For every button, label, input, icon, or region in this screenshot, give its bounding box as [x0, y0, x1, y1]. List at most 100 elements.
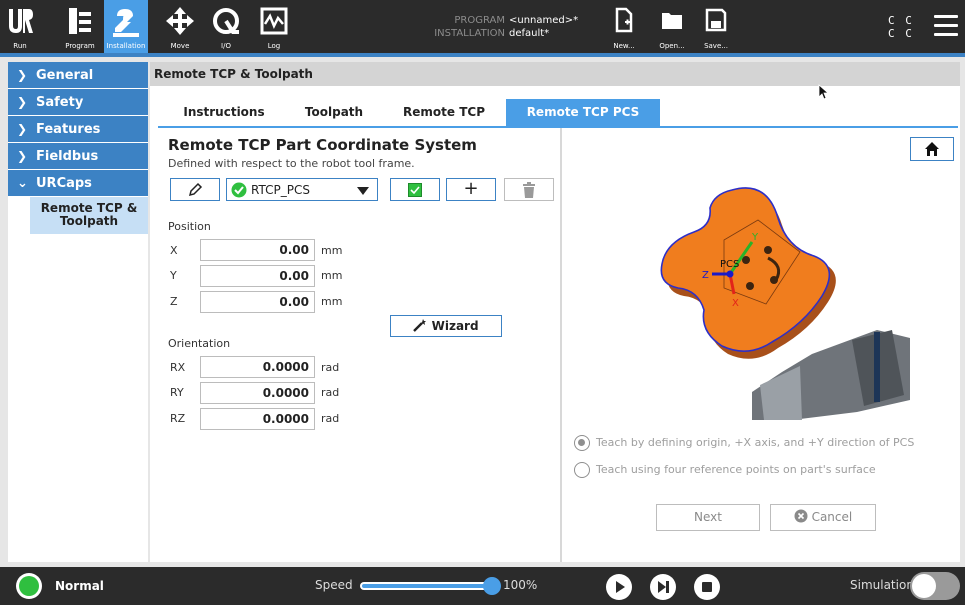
robot-status-icon[interactable]: [16, 573, 42, 599]
new-button-label: New...: [613, 42, 635, 50]
sidebar-item-urcaps[interactable]: ⌄ URCaps: [8, 170, 148, 197]
orientation-axis-rx: RX: [170, 361, 186, 374]
add-pcs-button[interactable]: +: [446, 178, 496, 201]
nav-run-label: Run: [13, 42, 27, 50]
magic-wand-icon: [413, 319, 427, 332]
tab-toolpath[interactable]: Toolpath: [286, 99, 382, 126]
program-key: PROGRAM: [454, 15, 505, 26]
diagram-label-y: Y: [751, 232, 759, 243]
speed-slider-handle[interactable]: [483, 577, 501, 595]
home-icon: [925, 142, 939, 156]
sidebar-item-label: Safety: [36, 95, 84, 110]
nav-run[interactable]: Run: [0, 0, 40, 53]
set-default-button[interactable]: [390, 178, 440, 201]
save-button[interactable]: Save...: [696, 4, 736, 52]
program-icon: [69, 8, 91, 34]
sidebar-item-safety[interactable]: ❯ Safety: [8, 89, 148, 116]
chevron-right-icon: ❯: [17, 68, 28, 82]
installation-key: INSTALLATION: [434, 28, 505, 39]
position-y-input[interactable]: 0.00: [200, 265, 315, 287]
save-button-label: Save...: [704, 42, 728, 50]
orientation-ry-input[interactable]: 0.0000: [200, 382, 315, 404]
speed-slider[interactable]: [360, 582, 494, 590]
sidebar-subitem-remote-tcp[interactable]: Remote TCP & Toolpath: [30, 197, 148, 234]
home-button[interactable]: [910, 137, 954, 161]
plus-icon: +: [463, 178, 479, 199]
checkbox-checked-icon: [408, 183, 422, 197]
simulation-toggle[interactable]: [910, 572, 960, 600]
check-circle-icon: [231, 182, 247, 198]
play-button[interactable]: [606, 574, 632, 600]
nav-io[interactable]: I/O: [206, 0, 246, 53]
nav-move-label: Move: [170, 42, 190, 50]
section-subheading: Defined with respect to the robot tool f…: [168, 157, 415, 170]
open-button[interactable]: Open...: [652, 4, 692, 52]
orientation-rx-input[interactable]: 0.0000: [200, 356, 315, 378]
sidebar-item-label: Features: [36, 122, 101, 137]
sidebar-item-fieldbus[interactable]: ❯ Fieldbus: [8, 143, 148, 170]
radio-button[interactable]: [574, 462, 590, 478]
simulation-label: Simulation: [850, 578, 914, 592]
nav-io-label: I/O: [221, 42, 231, 50]
orientation-axis-ry: RY: [170, 386, 184, 399]
cancel-button[interactable]: Cancel: [770, 504, 876, 531]
program-info: PROGRAM <unnamed>* INSTALLATION default*: [430, 14, 578, 40]
menu-hamburger-icon[interactable]: [934, 15, 958, 42]
tab-instructions[interactable]: Instructions: [170, 99, 278, 126]
simulation-toggle-knob: [912, 574, 936, 598]
sidebar-item-features[interactable]: ❯ Features: [8, 116, 148, 143]
position-x-unit: mm: [321, 244, 343, 257]
radio-button-selected[interactable]: [574, 435, 590, 451]
pcs-select[interactable]: RTCP_PCS: [226, 178, 378, 201]
orientation-rx-unit: rad: [321, 361, 340, 374]
next-button-label: Next: [694, 510, 722, 524]
step-button[interactable]: [650, 574, 676, 600]
nav-log[interactable]: Log: [254, 0, 294, 53]
speed-percent: 100%: [503, 578, 538, 592]
move-icon: [166, 7, 194, 35]
next-button[interactable]: Next: [656, 504, 760, 531]
program-name: <unnamed>*: [509, 15, 579, 26]
save-icon: [705, 8, 727, 32]
delete-pcs-button[interactable]: [504, 178, 554, 201]
position-x-input[interactable]: 0.00: [200, 239, 315, 261]
sidebar: ❯ General ❯ Safety ❯ Features ❯ Fieldbus…: [8, 62, 148, 562]
speed-slider-fill: [362, 584, 492, 588]
step-icon: [658, 581, 669, 593]
orientation-axis-rz: RZ: [170, 412, 186, 425]
position-y-unit: mm: [321, 269, 343, 282]
tab-remote-tcp-pcs[interactable]: Remote TCP PCS: [506, 99, 660, 126]
tab-underline: [158, 126, 958, 128]
pcs-select-value: RTCP_PCS: [251, 183, 310, 197]
wizard-button[interactable]: Wizard: [390, 315, 502, 337]
position-z-input[interactable]: 0.00: [200, 291, 315, 313]
nav-installation-label: Installation: [106, 42, 146, 50]
chevron-right-icon: ❯: [17, 122, 28, 136]
sidebar-item-general[interactable]: ❯ General: [8, 62, 148, 89]
stop-button[interactable]: [694, 574, 720, 600]
wizard-button-label: Wizard: [431, 319, 479, 333]
cc-indicator: C C C C: [888, 14, 914, 40]
sidebar-item-label: Fieldbus: [36, 149, 99, 164]
installation-icon: [113, 9, 139, 37]
nav-program[interactable]: Program: [58, 0, 102, 53]
rename-button[interactable]: [170, 178, 220, 201]
tab-remote-tcp[interactable]: Remote TCP: [390, 99, 498, 126]
new-button[interactable]: New...: [604, 4, 644, 52]
diagram-label-x: X: [732, 298, 739, 309]
nav-move[interactable]: Move: [160, 0, 200, 53]
pencil-icon: [188, 182, 203, 197]
position-axis-x: X: [170, 244, 178, 257]
nav-installation[interactable]: Installation: [104, 0, 148, 53]
orientation-rz-input[interactable]: 0.0000: [200, 408, 315, 430]
page-title: Remote TCP & Toolpath: [150, 62, 960, 86]
main-panel: Remote TCP & Toolpath Instructions Toolp…: [150, 62, 960, 562]
open-button-label: Open...: [659, 42, 685, 50]
bottom-footer: Normal Speed 100% Simulation: [0, 567, 965, 605]
pcs-diagram: PCS Y X Z: [660, 187, 910, 420]
chevron-right-icon: ❯: [17, 95, 28, 109]
mouse-cursor-icon: [818, 84, 830, 100]
cancel-circle-icon: [794, 509, 808, 523]
play-icon: [616, 581, 625, 593]
speed-label: Speed: [315, 578, 353, 592]
